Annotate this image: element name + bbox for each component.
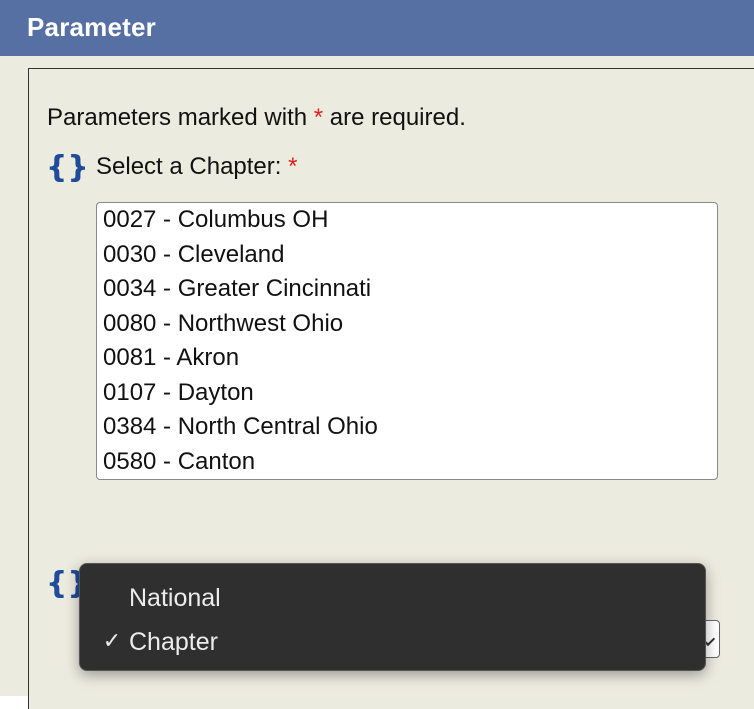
chapter-option[interactable]: 0034 - Greater Cincinnati [97,272,717,307]
dropdown-option-label: Chapter [129,628,218,656]
chapter-option[interactable]: 0030 - Cleveland [97,238,717,273]
header-bar: Parameter [0,0,754,56]
checkmark-icon: ✓ [102,629,122,654]
dropdown-option-label: National [129,584,221,612]
required-note-prefix: Parameters marked with [47,104,308,131]
chapter-option[interactable]: 0081 - Akron [97,341,717,376]
required-star: * [313,104,324,131]
chapter-option[interactable]: 0027 - Columbus OH [97,203,717,238]
required-note: Parameters marked with * are required. [47,104,466,132]
chapter-option[interactable]: 0107 - Dayton [97,376,717,411]
level-dropdown-menu: National ✓ Chapter [79,563,706,671]
header-title: Parameter [27,12,156,42]
curly-braces-icon[interactable]: {} [46,150,89,186]
chapter-listbox[interactable]: 0027 - Columbus OH 0030 - Cleveland 0034… [96,202,718,480]
required-note-suffix: are required. [329,104,466,131]
dropdown-option-national[interactable]: National [80,576,705,620]
chapter-required-star: * [288,153,298,180]
chapter-label: Select a Chapter: * [96,153,297,181]
chapter-label-text: Select a Chapter: [96,153,282,180]
chapter-option[interactable]: 0080 - Northwest Ohio [97,307,717,342]
chapter-option[interactable]: 0580 - Canton [97,445,717,480]
chapter-option[interactable]: 0384 - North Central Ohio [97,410,717,445]
dropdown-option-chapter[interactable]: ✓ Chapter [80,620,705,664]
